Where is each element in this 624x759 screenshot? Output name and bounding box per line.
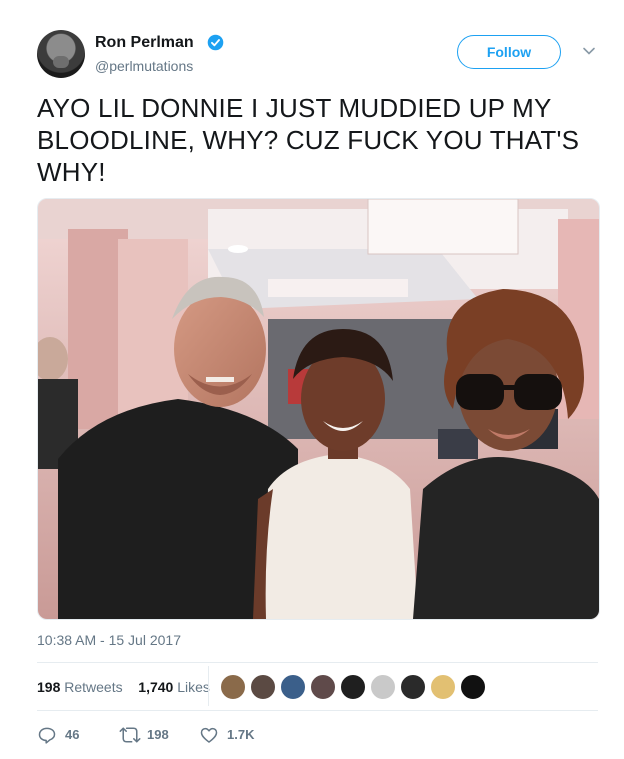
retweet-icon xyxy=(119,727,141,743)
display-name[interactable]: Ron Perlman xyxy=(95,34,194,52)
heart-icon xyxy=(200,727,218,743)
liker-avatar[interactable] xyxy=(400,674,426,700)
chevron-down-icon[interactable] xyxy=(582,44,596,58)
like-count: 1.7K xyxy=(227,727,255,742)
tweet-photo-image xyxy=(38,199,599,619)
tweet-timestamp[interactable]: 10:38 AM - 15 Jul 2017 xyxy=(37,632,181,648)
liker-avatar[interactable] xyxy=(340,674,366,700)
user-avatar[interactable] xyxy=(37,30,85,78)
divider-bottom xyxy=(37,710,598,711)
liker-avatar[interactable] xyxy=(280,674,306,700)
stats-separator xyxy=(208,666,209,706)
liker-avatar[interactable] xyxy=(220,674,246,700)
retweets-stat[interactable]: 198 Retweets xyxy=(37,679,125,695)
tweet-photo[interactable] xyxy=(37,198,600,620)
tweet-header: Ron Perlman @perlmutations Follow xyxy=(37,30,607,80)
liker-avatar[interactable] xyxy=(430,674,456,700)
follow-button[interactable]: Follow xyxy=(457,35,561,69)
reply-icon xyxy=(38,727,56,744)
liker-avatar[interactable] xyxy=(250,674,276,700)
liker-avatar[interactable] xyxy=(460,674,486,700)
retweets-count: 198 xyxy=(37,679,61,695)
tweet-actions: 46 198 1.7K xyxy=(37,724,437,746)
divider-top xyxy=(37,662,598,663)
verified-badge-icon xyxy=(207,34,224,51)
tweet-stats: 198 Retweets 1,740 Likes xyxy=(37,679,214,695)
retweet-count: 198 xyxy=(147,727,169,742)
liker-avatar[interactable] xyxy=(370,674,396,700)
likes-count: 1,740 xyxy=(138,679,174,695)
tweet-text: AYO LIL DONNIE I JUST MUDDIED UP MY BLOO… xyxy=(37,93,580,187)
likes-stat[interactable]: 1,740 Likes xyxy=(138,679,212,695)
retweets-label: Retweets xyxy=(64,679,123,695)
likes-label: Likes xyxy=(177,679,210,695)
user-handle[interactable]: @perlmutations xyxy=(95,58,193,74)
reply-count: 46 xyxy=(65,727,80,742)
liker-avatar[interactable] xyxy=(310,674,336,700)
